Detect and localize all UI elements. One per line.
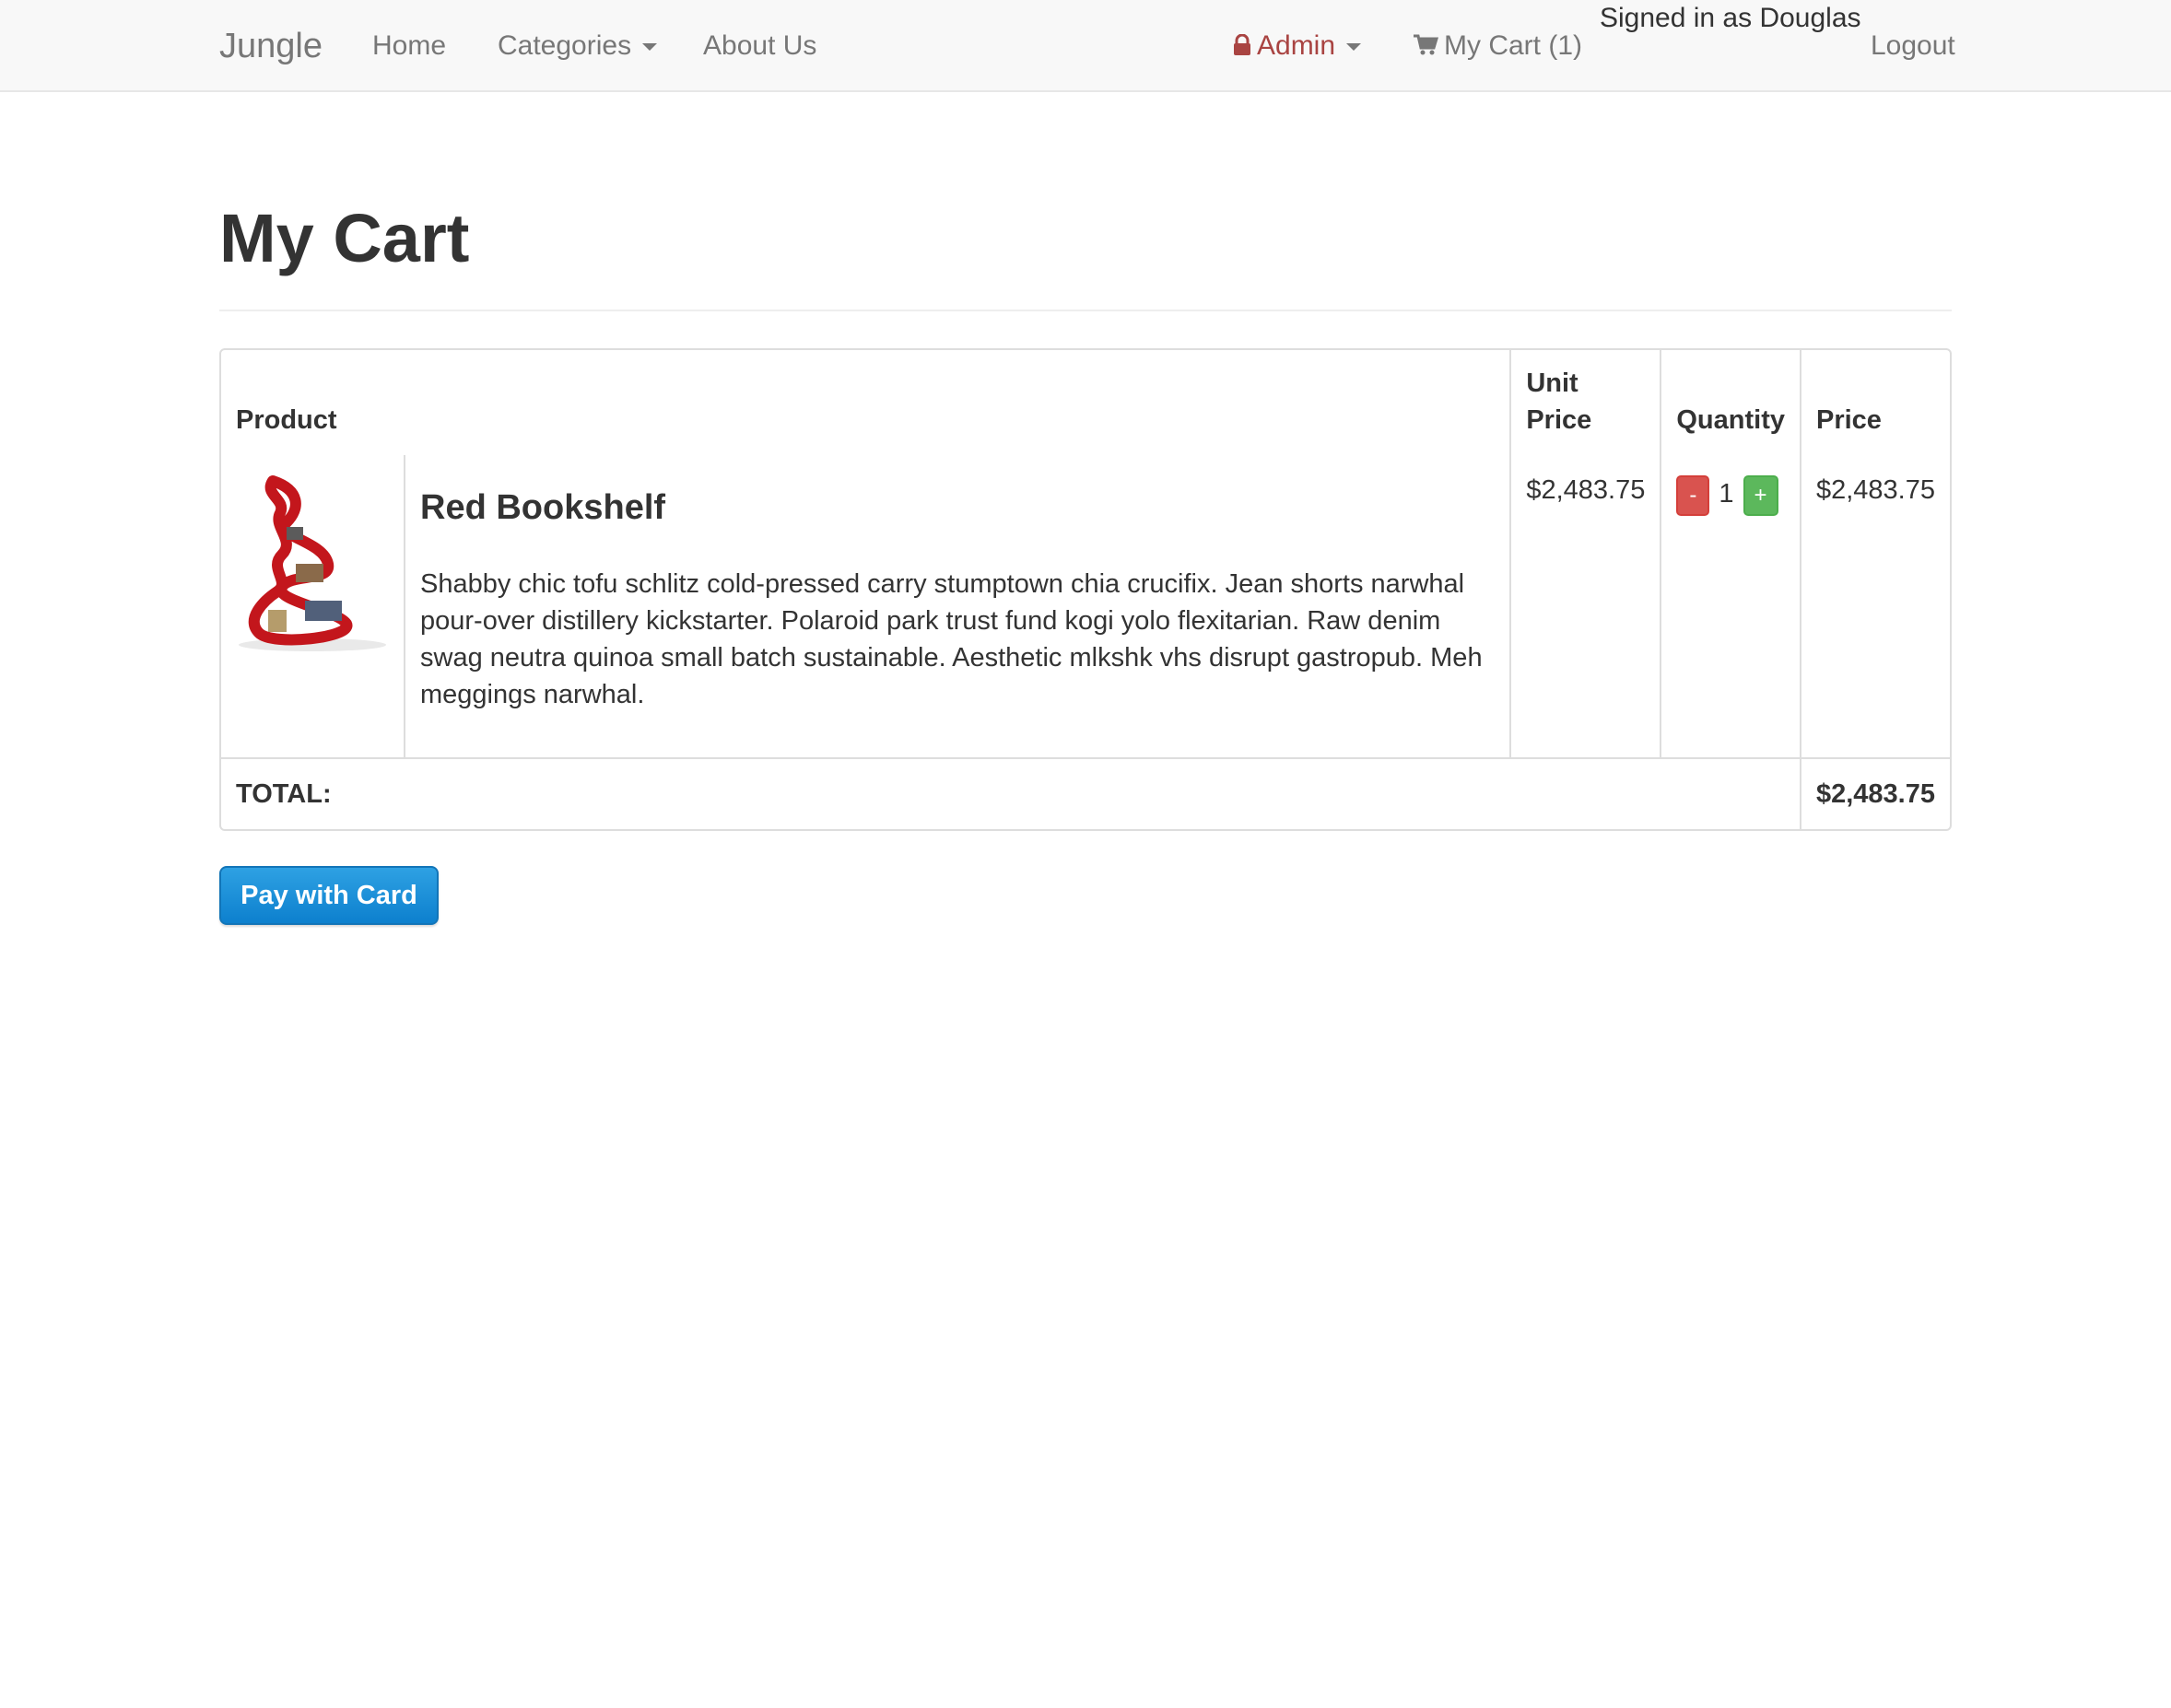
quantity-cell: -1 + (1661, 455, 1801, 759)
product-name: Red Bookshelf (420, 488, 666, 527)
product-info-cell: Red Bookshelf Shabby chic tofu schlitz c… (405, 455, 1512, 759)
decrease-quantity-button[interactable]: - (1676, 475, 1710, 516)
table-row: Red Bookshelf Shabby chic tofu schlitz c… (221, 455, 1950, 759)
signed-in-text: Signed in as Douglas (1600, 3, 1861, 33)
brand-link[interactable]: Jungle (219, 26, 323, 66)
total-value: $2,483.75 (1815, 779, 1935, 809)
nav-cart[interactable]: My Cart (1) (1413, 28, 1582, 64)
title-divider (219, 310, 1952, 311)
navbar: Jungle Home Categories About Us Admin My… (0, 0, 2171, 92)
header-unit-price: Unit Price (1511, 350, 1662, 455)
nav-about[interactable]: About Us (703, 28, 816, 64)
page-title: My Cart (219, 200, 470, 276)
product-image (239, 475, 386, 651)
nav-admin-label: Admin (1257, 30, 1336, 61)
logout-link[interactable]: Logout (1871, 28, 1955, 64)
price-cell: $2,483.75 (1801, 455, 1950, 759)
cart-icon (1414, 34, 1439, 55)
cart-table: Product Unit Price Quantity Price Red Boo… (219, 348, 1952, 831)
total-label: TOTAL: (221, 759, 1801, 829)
chevron-down-icon (1346, 43, 1362, 52)
lock-icon (1234, 33, 1250, 55)
header-price: Price (1815, 405, 1882, 435)
product-description: Shabby chic tofu schlitz cold-pressed ca… (420, 569, 1483, 709)
unit-price-cell: $2,483.75 (1511, 455, 1662, 759)
pay-with-card-button[interactable]: Pay with Card (219, 866, 439, 925)
header-quantity: Quantity (1661, 350, 1801, 455)
nav-home[interactable]: Home (372, 28, 446, 64)
product-image-cell (221, 455, 405, 759)
increase-quantity-button[interactable]: + (1743, 475, 1778, 516)
nav-categories-dropdown[interactable]: Categories (498, 28, 658, 64)
nav-categories-label: Categories (498, 30, 632, 61)
nav-admin-dropdown[interactable]: Admin (1233, 28, 1362, 64)
chevron-down-icon (642, 43, 658, 52)
nav-cart-label: My Cart (1) (1444, 30, 1582, 61)
quantity-value: 1 (1719, 479, 1734, 509)
total-row: TOTAL: $2,483.75 (221, 759, 1950, 829)
header-product: Product (221, 350, 1512, 455)
